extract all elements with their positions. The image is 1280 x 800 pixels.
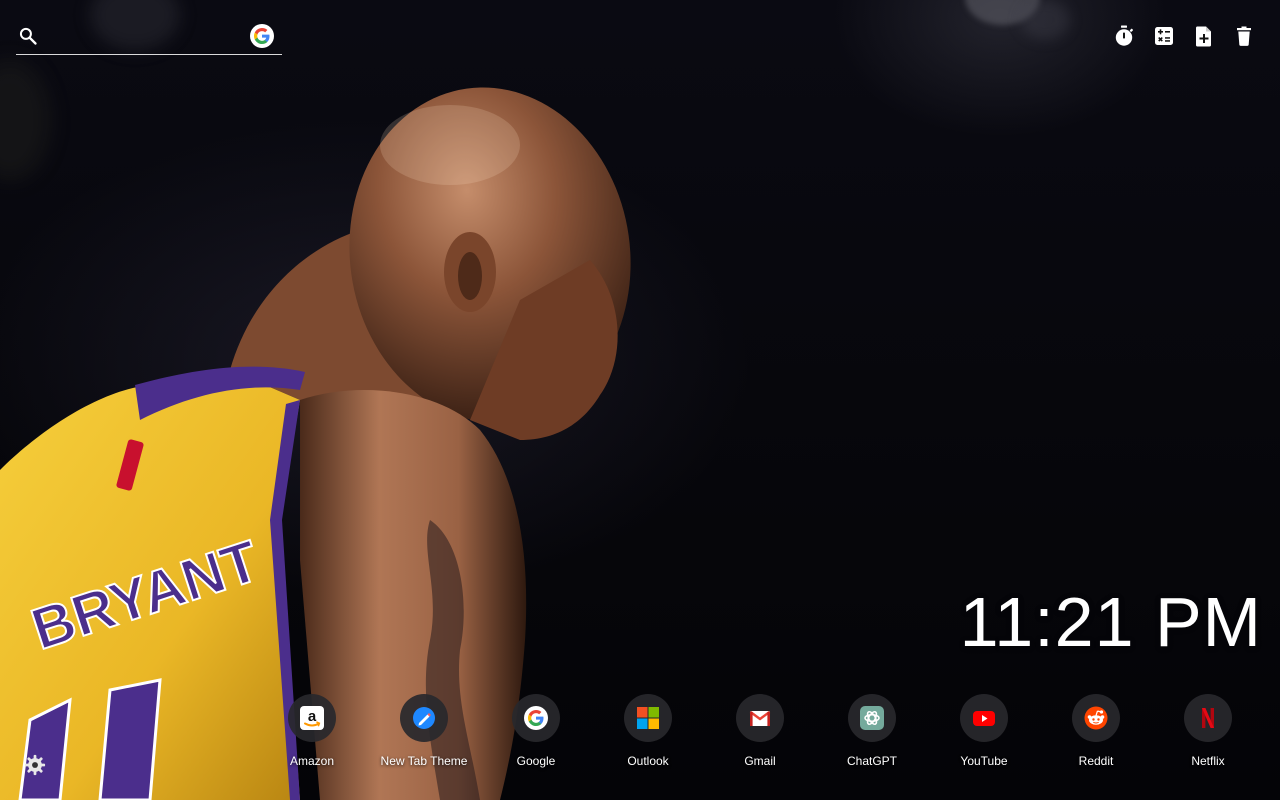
shortcut-label: Gmail: [744, 754, 776, 768]
shortcut-label: Amazon: [289, 754, 335, 768]
note-add-icon: [1195, 26, 1211, 47]
shortcut-new-tab-theme[interactable]: New Tab Theme: [368, 694, 480, 772]
shortcut-label: Google: [516, 754, 556, 768]
new-tab-page: BRYANT 11:21 PM a Amazon New Tab Theme G…: [0, 0, 1280, 800]
shortcut-tile: [624, 694, 672, 742]
search-input[interactable]: [50, 24, 244, 50]
shortcut-google[interactable]: Google: [480, 694, 592, 772]
shortcut-youtube[interactable]: YouTube: [928, 694, 1040, 772]
shortcut-amazon[interactable]: a Amazon: [256, 694, 368, 772]
shortcut-outlook[interactable]: Outlook: [592, 694, 704, 772]
youtube-icon: [973, 711, 995, 726]
search-bar: [16, 18, 282, 55]
chatgpt-icon: [860, 706, 884, 730]
trash-icon: [1237, 26, 1251, 46]
shortcut-tile: [960, 694, 1008, 742]
netflix-icon: [1202, 708, 1214, 728]
new-tab-theme-icon: [413, 707, 435, 729]
shortcut-reddit[interactable]: Reddit: [1040, 694, 1152, 772]
shortcut-gmail[interactable]: Gmail: [704, 694, 816, 772]
search-icon[interactable]: [18, 26, 38, 46]
shortcut-label: New Tab Theme: [380, 754, 468, 768]
svg-text:a: a: [308, 708, 317, 725]
stopwatch-icon: [1115, 25, 1133, 46]
reddit-icon: [1084, 706, 1108, 730]
shortcut-tile: [1072, 694, 1120, 742]
calculator-button[interactable]: [1152, 24, 1176, 48]
shortcut-label: Netflix: [1191, 754, 1225, 768]
shortcut-netflix[interactable]: Netflix: [1152, 694, 1264, 772]
shortcut-label: Reddit: [1078, 754, 1114, 768]
shortcut-tile: [848, 694, 896, 742]
gear-icon[interactable]: [24, 754, 46, 776]
add-note-button[interactable]: [1192, 24, 1216, 48]
search-engine-selector[interactable]: [250, 24, 274, 48]
google-icon: [524, 706, 548, 730]
shortcut-label: YouTube: [960, 754, 1008, 768]
shortcut-label: Outlook: [627, 754, 669, 768]
shortcut-tile: [1184, 694, 1232, 742]
calculator-icon: [1155, 27, 1173, 45]
wallpaper-photo: BRYANT: [0, 87, 631, 800]
delete-button[interactable]: [1232, 24, 1256, 48]
bokeh-light: [1020, 0, 1070, 40]
shortcut-label: ChatGPT: [846, 754, 897, 768]
shortcut-tile: [736, 694, 784, 742]
google-icon: [254, 28, 270, 44]
shortcut-chatgpt[interactable]: ChatGPT: [816, 694, 928, 772]
shortcuts-bar: a Amazon New Tab Theme Google Outlook Gm…: [256, 694, 1280, 774]
shortcut-tile: a: [288, 694, 336, 742]
shortcut-tile: [512, 694, 560, 742]
gmail-icon: [749, 711, 771, 726]
shortcut-tile: [400, 694, 448, 742]
stopwatch-button[interactable]: [1112, 24, 1136, 48]
clock: 11:21 PM: [959, 583, 1262, 661]
top-toolbar: [1112, 24, 1256, 48]
microsoft-icon: [637, 707, 659, 729]
amazon-icon: a: [300, 706, 324, 730]
